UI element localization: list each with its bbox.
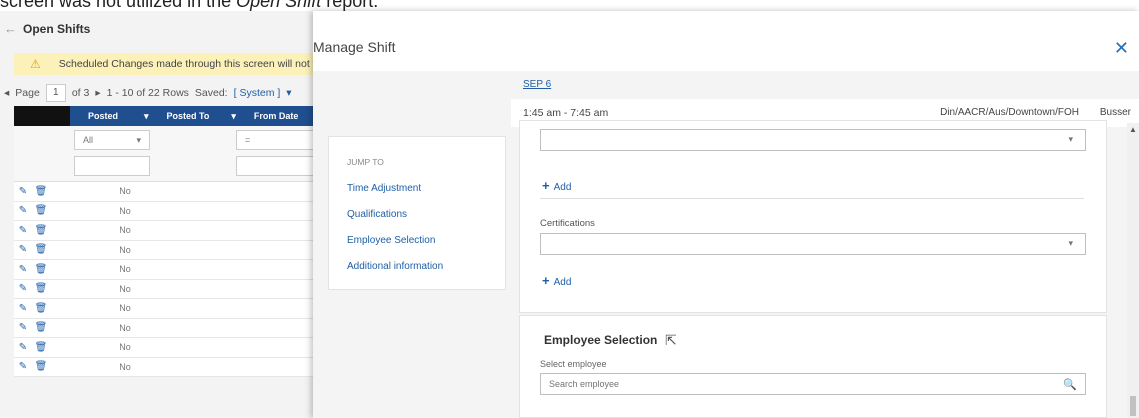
edit-icon[interactable]: ✎ xyxy=(14,283,32,294)
jump-to-title: JUMP TO xyxy=(347,157,384,167)
scroll-thumb[interactable] xyxy=(1130,396,1136,416)
edit-icon[interactable]: ✎ xyxy=(14,205,32,216)
edit-icon[interactable]: ✎ xyxy=(14,186,32,197)
manage-shift-modal: Manage Shift ✕ SEP 6 1:45 am - 7:45 am D… xyxy=(313,11,1139,418)
shifts-grid: Posted ▾ Posted To ▾ From Date All ▾ = ✎ 🗑… xyxy=(14,106,314,377)
qualifications-card: ▾ + Add Certifications ▾ + Add xyxy=(519,120,1107,313)
trash-icon[interactable]: 🗑 xyxy=(32,283,50,294)
warning-icon: ⚠ xyxy=(30,57,41,71)
edit-icon[interactable]: ✎ xyxy=(14,244,32,255)
modal-scrollbar[interactable]: ▲ xyxy=(1127,123,1139,418)
certifications-select[interactable]: ▾ xyxy=(540,233,1086,255)
add-certification-button[interactable]: + Add xyxy=(542,273,571,288)
table-row: ✎ 🗑 No xyxy=(14,221,314,241)
jump-to-panel: JUMP TO Time Adjustment Qualifications E… xyxy=(328,136,506,290)
page-title: Open Shifts xyxy=(23,21,91,36)
pager-label: Page xyxy=(15,87,40,99)
trash-icon[interactable]: 🗑 xyxy=(32,342,50,353)
modal-title: Manage Shift xyxy=(313,39,396,55)
edit-icon[interactable]: ✎ xyxy=(14,322,32,333)
edit-icon[interactable]: ✎ xyxy=(14,264,32,275)
row-range: 1 - 10 of 22 Rows xyxy=(106,87,189,99)
table-row: ✎ 🗑 No xyxy=(14,318,314,338)
caption-text: screen was not utilized in the Open Shif… xyxy=(0,0,379,11)
edit-icon[interactable]: ✎ xyxy=(14,303,32,314)
warning-text: Scheduled Changes made through this scre… xyxy=(58,58,339,70)
grid-header-blank xyxy=(14,106,70,126)
jump-link-additional-information[interactable]: Additional information xyxy=(329,261,505,272)
search-employee-field[interactable]: 🔍 xyxy=(540,373,1086,395)
pager: ◂ Page 1 of 3 ▸ 1 - 10 of 22 Rows Saved:… xyxy=(4,84,292,102)
from-date-filter[interactable]: = xyxy=(236,130,314,150)
jump-link-employee-selection[interactable]: Employee Selection xyxy=(329,235,505,246)
saved-label: Saved: xyxy=(194,87,228,99)
column-posted-to[interactable]: Posted To xyxy=(149,111,210,121)
page-count: of 3 xyxy=(71,87,90,99)
mouse-cursor-icon: ⇱ xyxy=(665,332,677,348)
saved-view-select[interactable]: [ System ] xyxy=(234,87,281,99)
add-qualification-button[interactable]: + Add xyxy=(542,178,571,193)
prev-page-icon[interactable]: ◂ xyxy=(4,87,9,99)
jump-link-time-adjustment[interactable]: Time Adjustment xyxy=(329,183,505,194)
select-employee-label: Select employee xyxy=(540,359,607,369)
table-row: ✎ 🗑 No xyxy=(14,182,314,202)
jump-link-qualifications[interactable]: Qualifications xyxy=(329,209,505,220)
shift-role: Busser xyxy=(1099,107,1131,118)
sort-icon[interactable]: ▾ xyxy=(118,111,149,122)
trash-icon[interactable]: 🗑 xyxy=(32,186,50,197)
posted-filter[interactable]: All ▾ xyxy=(74,130,150,150)
edit-icon[interactable]: ✎ xyxy=(14,361,32,372)
screen: screen was not utilized in the Open Shif… xyxy=(0,0,1139,418)
table-row: ✎ 🗑 No xyxy=(14,240,314,260)
grid-rows: ✎ 🗑 No ✎ 🗑 No ✎ 🗑 No ✎ 🗑 No ✎ 🗑 No ✎ 🗑 No ✎ 🗑 No ✎ 🗑 No … xyxy=(14,182,314,377)
trash-icon[interactable]: 🗑 xyxy=(32,303,50,314)
qualification-select[interactable]: ▾ xyxy=(540,129,1086,151)
table-row: ✎ 🗑 No xyxy=(14,201,314,221)
table-row: ✎ 🗑 No xyxy=(14,357,314,377)
table-row: ✎ 🗑 No xyxy=(14,338,314,358)
trash-icon[interactable]: 🗑 xyxy=(32,361,50,372)
from-date-filter-input[interactable] xyxy=(236,156,314,176)
certifications-label: Certifications xyxy=(540,218,595,229)
table-row: ✎ 🗑 No xyxy=(14,279,314,299)
search-icon[interactable]: 🔍 xyxy=(1063,378,1077,391)
search-employee-input[interactable] xyxy=(549,375,1049,393)
trash-icon[interactable]: 🗑 xyxy=(32,225,50,236)
table-row: ✎ 🗑 No xyxy=(14,260,314,280)
edit-icon[interactable]: ✎ xyxy=(14,225,32,236)
grid-header: Posted ▾ Posted To ▾ From Date xyxy=(14,106,314,126)
column-from-date[interactable]: From Date xyxy=(236,111,299,121)
trash-icon[interactable]: 🗑 xyxy=(32,322,50,333)
arrow-left-icon[interactable]: ← xyxy=(4,21,17,36)
trash-icon[interactable]: 🗑 xyxy=(32,244,50,255)
filter-row: All ▾ = xyxy=(14,126,314,182)
sort-icon[interactable]: ▾ xyxy=(209,111,236,122)
shift-time: 1:45 am - 7:45 am xyxy=(523,107,609,119)
table-row: ✎ 🗑 No xyxy=(14,299,314,319)
trash-icon[interactable]: 🗑 xyxy=(32,264,50,275)
shift-location: Din/AACR/Aus/Downtown/FOH xyxy=(940,107,1079,118)
employee-selection-heading: Employee Selection xyxy=(544,333,658,347)
chevron-down-icon: ▾ xyxy=(1068,134,1073,144)
next-page-icon[interactable]: ▸ xyxy=(95,87,100,99)
page-number-input[interactable]: 1 xyxy=(45,84,66,102)
trash-icon[interactable]: 🗑 xyxy=(32,205,50,216)
employee-selection-card: Employee Selection Select employee 🔍 xyxy=(519,315,1107,418)
shift-date[interactable]: SEP 6 xyxy=(523,79,551,90)
divider xyxy=(540,198,1084,199)
page-header: ← Open Shifts xyxy=(4,21,90,36)
scroll-up-icon[interactable]: ▲ xyxy=(1129,125,1137,134)
edit-icon[interactable]: ✎ xyxy=(14,342,32,353)
close-icon[interactable]: ✕ xyxy=(1114,38,1129,59)
posted-filter-input[interactable] xyxy=(74,156,150,176)
column-posted[interactable]: Posted xyxy=(70,111,118,121)
chevron-down-icon[interactable]: ▾ xyxy=(286,87,291,99)
chevron-down-icon: ▾ xyxy=(1068,238,1073,248)
